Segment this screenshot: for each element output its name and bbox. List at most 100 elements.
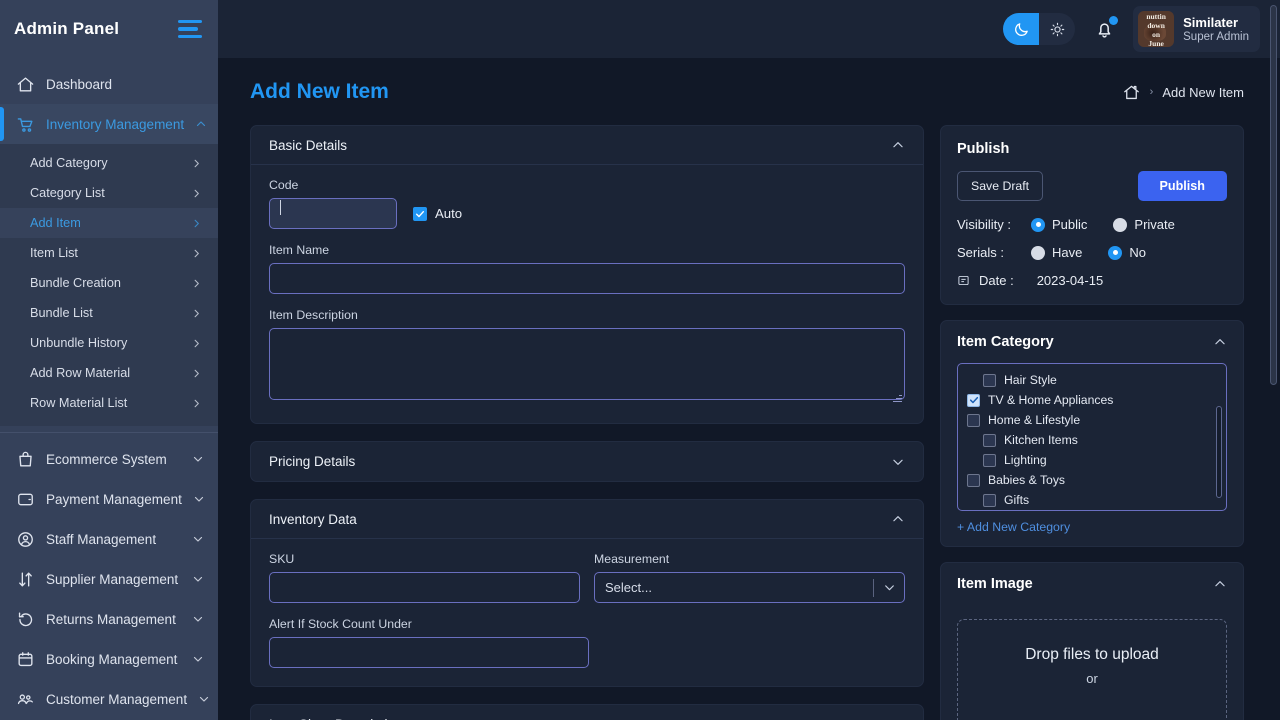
measurement-select[interactable]: Select... <box>594 572 905 603</box>
home-icon[interactable] <box>1122 83 1141 102</box>
serials-option-no[interactable]: No <box>1108 245 1146 260</box>
sidebar-item-dashboard[interactable]: Dashboard <box>0 64 218 104</box>
category-scrollbar-thumb[interactable] <box>1216 406 1222 498</box>
item-description-textarea[interactable] <box>269 328 905 400</box>
user-role: Super Admin <box>1183 30 1249 43</box>
panel-inventory-data-body: SKU Measurement Select... Alert If Stock… <box>251 539 923 686</box>
sidebar-item-category-list[interactable]: Category List <box>0 178 218 208</box>
visibility-option-private[interactable]: Private <box>1113 217 1175 232</box>
add-new-category-link[interactable]: + Add New Category <box>941 511 1243 546</box>
avatar: nuttin down on June <box>1138 11 1175 47</box>
auto-checkbox[interactable] <box>413 206 427 221</box>
chevron-down-icon <box>193 493 205 505</box>
chevron-right-icon <box>191 188 202 199</box>
radio-have[interactable] <box>1031 245 1045 260</box>
category-checkbox[interactable] <box>983 433 996 447</box>
moon-icon[interactable] <box>1003 13 1040 45</box>
save-draft-button[interactable]: Save Draft <box>957 171 1044 201</box>
sidebar-item-returns-management[interactable]: Returns Management <box>0 599 218 639</box>
radio-private[interactable] <box>1113 217 1128 232</box>
panel-item-image-header[interactable]: Item Image <box>941 563 1243 605</box>
publish-button[interactable]: Publish <box>1137 171 1227 201</box>
sidebar-item-add-item[interactable]: Add Item <box>0 208 218 238</box>
category-item[interactable]: Hair Style <box>958 370 1226 390</box>
app-root: Admin Panel Dashboard Inventory Manageme… <box>0 0 1280 720</box>
chevron-down-icon <box>192 613 204 625</box>
category-item[interactable]: Lighting <box>958 450 1226 470</box>
alert-stock-input[interactable] <box>269 637 589 668</box>
measurement-field: Measurement Select... <box>594 552 905 603</box>
image-dropzone[interactable]: Drop files to upload or <box>957 619 1227 720</box>
item-name-input[interactable] <box>269 263 905 294</box>
radio-public[interactable] <box>1031 217 1045 232</box>
category-item[interactable]: Babies & Toys <box>958 470 1226 490</box>
date-label: Date : <box>979 273 1014 288</box>
alert-stock-field: Alert If Stock Count Under <box>269 617 589 668</box>
sidebar-item-item-list[interactable]: Item List <box>0 238 218 268</box>
sidebar-item-supplier-management[interactable]: Supplier Management <box>0 559 218 599</box>
category-item[interactable]: Gifts <box>958 490 1226 510</box>
calendar-icon <box>957 274 970 287</box>
sun-icon[interactable] <box>1039 13 1075 45</box>
category-checkbox[interactable] <box>983 373 996 387</box>
sidebar-item-unbundle-history[interactable]: Unbundle History <box>0 328 218 358</box>
item-description-label: Item Description <box>269 308 358 322</box>
chevron-down-icon[interactable] <box>874 581 904 594</box>
chevron-down-icon <box>192 453 204 465</box>
sku-input[interactable] <box>269 572 580 603</box>
category-item[interactable]: Kitchen Items <box>958 430 1226 450</box>
user-menu[interactable]: nuttin down on June Similater Super Admi… <box>1133 6 1260 52</box>
category-checkbox[interactable] <box>967 393 980 407</box>
sidebar-item-row-material-list[interactable]: Row Material List <box>0 388 218 418</box>
category-item[interactable]: Home & Lifestyle <box>958 410 1226 430</box>
category-checkbox[interactable] <box>983 453 996 467</box>
sidebar-item-staff-management[interactable]: Staff Management <box>0 519 218 559</box>
radio-no[interactable] <box>1108 245 1123 260</box>
chevron-up-icon[interactable] <box>1213 335 1227 349</box>
chevron-right-icon <box>191 338 202 349</box>
page-scrollbar-thumb[interactable] <box>1270 5 1277 385</box>
sidebar-subitem-label: Unbundle History <box>30 336 128 350</box>
panel-inventory-data-header[interactable]: Inventory Data <box>251 500 923 539</box>
sidebar-nav: Dashboard Inventory Management Add Categ… <box>0 58 218 720</box>
date-value[interactable]: 2023-04-15 <box>1037 273 1104 288</box>
panel-pricing-details-header[interactable]: Pricing Details <box>251 442 923 481</box>
sidebar-item-customer-management[interactable]: Customer Management <box>0 679 218 719</box>
category-checkbox[interactable] <box>967 473 980 487</box>
sidebar-item-bundle-creation[interactable]: Bundle Creation <box>0 268 218 298</box>
sidebar-item-add-row-material[interactable]: Add Row Material <box>0 358 218 388</box>
notification-badge <box>1109 16 1119 25</box>
chevron-up-icon[interactable] <box>1213 577 1227 591</box>
serials-option-have[interactable]: Have <box>1031 245 1082 260</box>
notifications-button[interactable] <box>1091 16 1119 42</box>
sidebar-subitem-label: Item List <box>30 246 78 260</box>
avatar-line: down <box>1147 21 1165 30</box>
sidebar-item-payment-management[interactable]: Payment Management <box>0 479 218 519</box>
panel-publish-body: Publish Save Draft Publish Visibility : … <box>941 126 1243 304</box>
panel-basic-details-header[interactable]: Basic Details <box>251 126 923 165</box>
serials-label: Serials : <box>957 245 1004 260</box>
sidebar-item-label: Ecommerce System <box>46 451 167 467</box>
panel-item-category-header[interactable]: Item Category <box>941 321 1243 363</box>
visibility-option-public[interactable]: Public <box>1031 217 1087 232</box>
chevron-up-icon[interactable] <box>891 138 905 152</box>
category-checkbox[interactable] <box>967 413 980 427</box>
theme-toggle[interactable] <box>1003 13 1076 45</box>
chevron-down-icon[interactable] <box>891 455 905 469</box>
sidebar-item-ecommerce-system[interactable]: Ecommerce System <box>0 439 218 479</box>
sidebar-item-bundle-list[interactable]: Bundle List <box>0 298 218 328</box>
sidebar-item-booking-management[interactable]: Booking Management <box>0 639 218 679</box>
category-tree[interactable]: Hair Style TV & Home Appliances Home & L… <box>957 363 1227 511</box>
panel-title: Item Image <box>957 576 1033 592</box>
chevron-up-icon[interactable] <box>891 512 905 526</box>
panel-item-short-description-header[interactable]: Item Short Description <box>251 705 923 720</box>
code-input[interactable] <box>269 198 397 229</box>
category-item[interactable]: TV & Home Appliances <box>958 390 1226 410</box>
sidebar-item-inventory-management[interactable]: Inventory Management <box>0 104 218 144</box>
sidebar-item-add-category[interactable]: Add Category <box>0 148 218 178</box>
date-row: Date : 2023-04-15 <box>957 273 1227 288</box>
auto-checkbox-row[interactable]: Auto <box>413 206 462 221</box>
hamburger-icon[interactable] <box>178 20 202 38</box>
left-column: Basic Details Code Auto Item Name Item D… <box>250 125 924 720</box>
category-checkbox[interactable] <box>983 493 996 507</box>
